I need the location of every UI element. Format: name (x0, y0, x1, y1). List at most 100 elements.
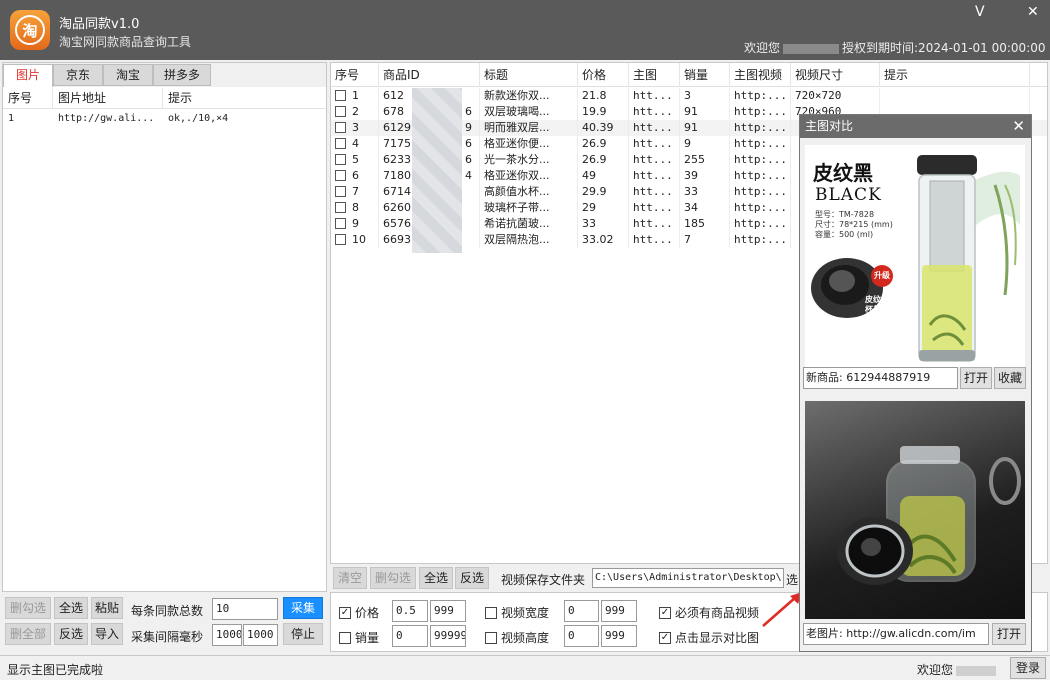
open-new-button[interactable]: 打开 (960, 367, 992, 389)
price-min-input[interactable]: 0.5 (392, 600, 428, 622)
grid-invert-button[interactable]: 反选 (455, 567, 489, 589)
lid-note-line2: 杯盖 (865, 305, 881, 314)
video-width-min-input[interactable]: 0 (564, 600, 599, 622)
paste-button[interactable]: 粘贴 (91, 597, 123, 619)
row-sales: 3 (680, 88, 730, 104)
row-checkbox[interactable] (335, 201, 346, 213)
image-list-row[interactable]: 1 http://gw.ali... ok,./10,×4 (3, 110, 326, 128)
row-product-id-text: 6260 (383, 201, 411, 214)
interval-min-input[interactable]: 1000 (212, 624, 242, 646)
minimize-button[interactable]: V (975, 4, 985, 20)
video-width-max-input[interactable]: 999 (601, 600, 637, 622)
video-height-max-input[interactable]: 999 (601, 625, 637, 647)
show-compare-checkbox[interactable]: ✓ 点击显示对比图 (659, 629, 759, 646)
row-sales: 91 (680, 104, 730, 120)
row-main-image: htt... (629, 136, 680, 152)
select-all-button[interactable]: 全选 (54, 597, 88, 619)
app-title: 淘品同款v1.0 (59, 17, 140, 32)
old-image-url: http://gw.alicdn.com/im (846, 627, 976, 640)
status-welcome-text: 欢迎您 (917, 663, 954, 677)
col-video[interactable]: 主图视频 (730, 63, 791, 86)
dialog-title: 主图对比 (800, 115, 1031, 138)
row-checkbox[interactable] (335, 185, 346, 197)
must-have-video-checkbox[interactable]: ✓ 必须有商品视频 (659, 604, 759, 621)
open-old-button[interactable]: 打开 (992, 623, 1026, 645)
video-folder-input[interactable]: C:\Users\Administrator\Desktop\ (592, 568, 784, 588)
interval-max-input[interactable]: 1000 (243, 624, 278, 646)
row-main-image: htt... (629, 104, 680, 120)
row-index: 5 (331, 152, 379, 168)
grid-select-all-button[interactable]: 全选 (419, 567, 453, 589)
close-window-button[interactable]: ✕ (1027, 4, 1039, 20)
welcome-text: 欢迎您 (744, 41, 781, 55)
delete-checked-button[interactable]: 删勾选 (5, 597, 51, 619)
new-product-field[interactable]: 新商品: 612944887919 (803, 367, 958, 389)
col-index[interactable]: 序号 (331, 63, 379, 86)
collect-button[interactable]: 采集 (283, 597, 323, 619)
row-checkbox[interactable] (335, 89, 346, 101)
row-sales: 33 (680, 184, 730, 200)
row-checkbox[interactable] (335, 233, 346, 245)
row-product-id-text: 6714 (383, 185, 411, 198)
row-title: 玻璃杯子带... (480, 200, 578, 216)
row-sales: 9 (680, 136, 730, 152)
invert-selection-button[interactable]: 反选 (54, 623, 88, 645)
row-sales: 255 (680, 152, 730, 168)
tab-taobao[interactable]: 淘宝 (103, 64, 153, 86)
row-price: 26.9 (578, 152, 629, 168)
col-sales[interactable]: 销量 (680, 63, 730, 86)
row-product-id-tail: 6 (465, 105, 472, 118)
row-index-text: 2 (352, 105, 359, 118)
col-title[interactable]: 标题 (480, 63, 578, 86)
clear-button[interactable]: 清空 (333, 567, 367, 589)
sales-filter-checkbox[interactable]: 销量 (339, 629, 379, 646)
video-height-checkbox[interactable]: 视频高度 (485, 629, 549, 646)
delete-all-button[interactable]: 删全部 (5, 623, 51, 645)
col-image-url[interactable]: 图片地址 (53, 88, 163, 108)
price-filter-checkbox[interactable]: ✓ 价格 (339, 604, 379, 621)
price-max-input[interactable]: 999 (430, 600, 466, 622)
row-index-text: 9 (352, 217, 359, 230)
license-expiry: 授权到期时间:2024-01-01 00:00:00 (842, 41, 1046, 55)
grid-delete-checked-button[interactable]: 删勾选 (370, 567, 416, 589)
total-count-input[interactable]: 10 (212, 598, 278, 620)
row-checkbox[interactable] (335, 105, 346, 117)
dialog-close-icon[interactable]: ✕ (1012, 117, 1025, 135)
old-image-field[interactable]: 老图片: http://gw.alicdn.com/im (803, 623, 989, 645)
status-welcome: 欢迎您 (917, 661, 999, 678)
row-checkbox[interactable] (335, 169, 346, 181)
login-button[interactable]: 登录 (1010, 657, 1046, 679)
col-tip[interactable]: 提示 (163, 88, 323, 108)
tab-image[interactable]: 图片 (3, 64, 53, 87)
choose-folder-button[interactable]: 选 (786, 571, 798, 588)
col-price[interactable]: 价格 (578, 63, 629, 86)
stop-button[interactable]: 停止 (283, 623, 323, 645)
row-tip (880, 88, 1030, 104)
row-checkbox[interactable] (335, 121, 346, 133)
col-index[interactable]: 序号 (3, 88, 53, 108)
row-checkbox[interactable] (335, 217, 346, 229)
col-main-image[interactable]: 主图 (629, 63, 680, 86)
row-main-image: htt... (629, 120, 680, 136)
import-button[interactable]: 导入 (91, 623, 123, 645)
favorite-button[interactable]: 收藏 (994, 367, 1026, 389)
row-checkbox[interactable] (335, 137, 346, 149)
row-tip: ok,./10,×4 (168, 113, 229, 124)
lid-note: 皮纹 杯盖 (865, 295, 881, 315)
row-product-id-text: 6129 (383, 121, 411, 134)
interval-label: 采集间隔毫秒 (131, 630, 204, 644)
col-product-id[interactable]: 商品ID (379, 63, 480, 86)
col-tip[interactable]: 提示 (880, 63, 1030, 86)
video-width-checkbox[interactable]: 视频宽度 (485, 604, 549, 621)
row-video: http:... (730, 184, 791, 200)
row-product-id-text: 7180 (383, 169, 411, 182)
sales-max-input[interactable]: 999999 (430, 625, 466, 647)
sales-min-input[interactable]: 0 (392, 625, 428, 647)
row-video: http:... (730, 136, 791, 152)
col-video-size[interactable]: 视频尺寸 (791, 63, 880, 86)
video-height-min-input[interactable]: 0 (564, 625, 599, 647)
row-checkbox[interactable] (335, 153, 346, 165)
tab-pinduoduo[interactable]: 拼多多 (153, 64, 211, 86)
tab-jd[interactable]: 京东 (53, 64, 103, 86)
row-index-text: 3 (352, 121, 359, 134)
